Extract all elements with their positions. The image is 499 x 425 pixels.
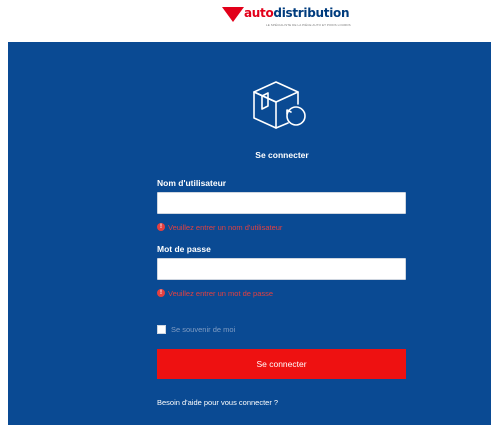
password-error: ! Veuillez entrer un mot de passe [157, 288, 273, 298]
username-error: ! Veuillez entrer un nom d'utilisateur [157, 222, 282, 232]
login-button[interactable]: Se connecter [157, 349, 406, 379]
header: autodistribution LE SPÉCIALISTE DE LA PI… [0, 0, 499, 42]
page-title: Se connecter [255, 150, 309, 160]
exclamation-circle-icon: ! [157, 223, 165, 231]
red-triangle-icon [222, 7, 244, 22]
remember-me-label[interactable]: Se souvenir de moi [171, 325, 235, 334]
help-link[interactable]: Besoin d'aide pour vous connecter ? [157, 398, 278, 407]
remember-me-checkbox[interactable] [157, 325, 166, 334]
box-return-icon [253, 81, 306, 129]
username-field[interactable] [157, 192, 406, 214]
remember-me[interactable]: Se souvenir de moi [157, 325, 235, 334]
password-field[interactable] [157, 258, 406, 280]
login-page: autodistribution LE SPÉCIALISTE DE LA PI… [0, 0, 499, 425]
logo-tagline: LE SPÉCIALISTE DE LA PIÈCE AUTO ET POIDS… [266, 23, 351, 27]
password-error-text: Veuillez entrer un mot de passe [168, 288, 274, 298]
password-label: Mot de passe [157, 244, 211, 254]
exclamation-circle-icon: ! [157, 289, 165, 297]
username-error-text: Veuillez entrer un nom d'utilisateur [168, 222, 283, 232]
logo-wordmark: autodistribution [244, 6, 350, 20]
autodistribution-logo[interactable]: autodistribution LE SPÉCIALISTE DE LA PI… [222, 6, 351, 27]
username-label: Nom d'utilisateur [157, 178, 227, 188]
